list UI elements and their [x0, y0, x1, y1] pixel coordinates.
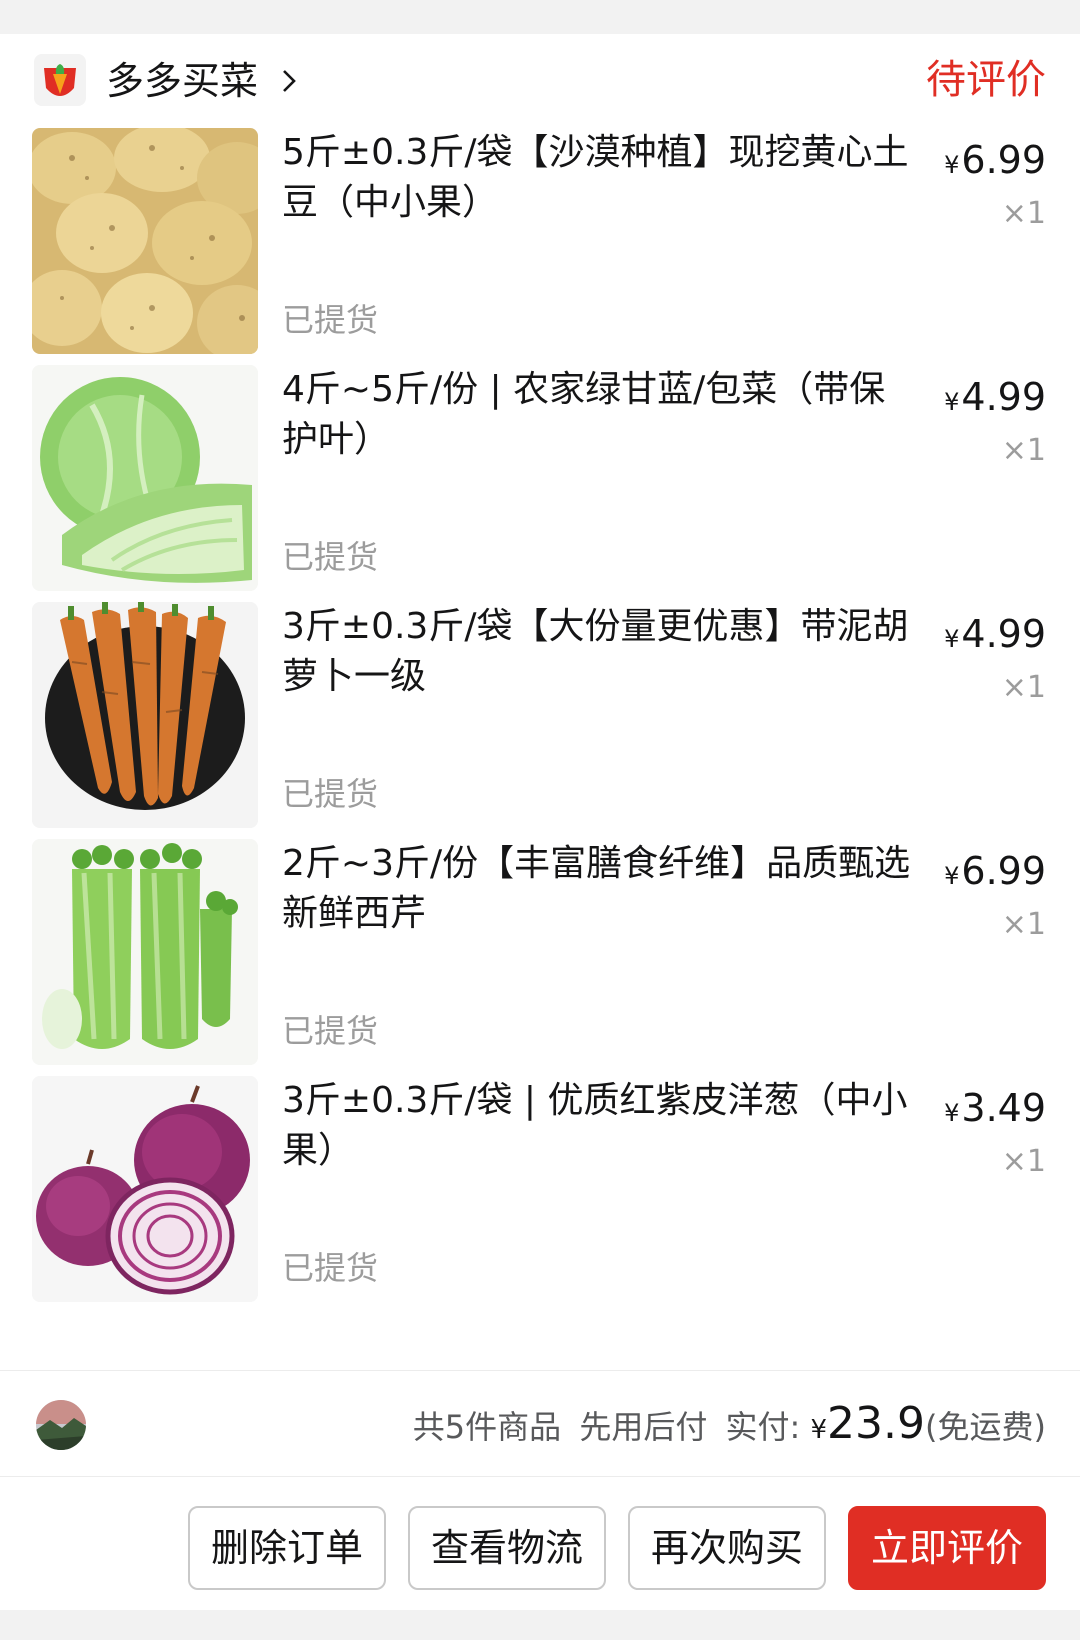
price-value: 4.99	[961, 612, 1046, 656]
delete-order-button[interactable]: 删除订单	[188, 1506, 386, 1590]
store-header[interactable]: 多多买菜 待评价	[0, 34, 1080, 130]
currency-symbol: ¥	[944, 151, 960, 179]
item-quantity: ×1	[1001, 433, 1046, 468]
list-item[interactable]: 3斤±0.3斤/袋【大份量更优惠】带泥胡萝卜一级 ¥4.99 ×1 已提货	[0, 602, 1080, 828]
product-image-potatoes[interactable]	[32, 128, 258, 354]
buy-again-button[interactable]: 再次购买	[628, 1506, 826, 1590]
item-price: ¥4.99	[944, 373, 1046, 426]
list-item[interactable]: 5斤±0.3斤/袋【沙漠种植】现挖黄心土豆（中小果） ¥6.99 ×1 已提货	[0, 128, 1080, 354]
product-image-cabbage[interactable]	[32, 365, 258, 591]
product-image-red-onions[interactable]	[32, 1076, 258, 1302]
total-amount: 23.9	[827, 1398, 926, 1449]
chevron-right-icon[interactable]	[276, 68, 302, 94]
item-state: 已提货	[282, 775, 379, 813]
item-quantity: ×1	[1001, 907, 1046, 942]
item-title[interactable]: 5斤±0.3斤/袋【沙漠种植】现挖黄心土豆（中小果）	[282, 128, 912, 228]
order-card: 多多买菜 待评价 5斤±0.3斤/袋【沙漠种植】现挖黄心土豆（中小果） ¥6.9…	[0, 34, 1080, 1610]
review-now-button[interactable]: 立即评价	[848, 1506, 1046, 1590]
list-item[interactable]: 3斤±0.3斤/袋 | 优质红紫皮洋葱（中小果） ¥3.49 ×1 已提货	[0, 1076, 1080, 1302]
view-logistics-button[interactable]: 查看物流	[408, 1506, 606, 1590]
avatar[interactable]	[36, 1400, 86, 1450]
order-status: 待评价	[926, 57, 1046, 103]
currency-symbol: ¥	[944, 1099, 960, 1127]
currency-symbol: ¥	[810, 1415, 828, 1445]
divider	[0, 1476, 1080, 1477]
price-value: 6.99	[961, 849, 1046, 893]
item-title[interactable]: 4斤~5斤/份 | 农家绿甘蓝/包菜（带保护叶）	[282, 365, 912, 465]
divider	[0, 1370, 1080, 1371]
item-state: 已提货	[282, 1249, 379, 1287]
item-price: ¥6.99	[944, 847, 1046, 900]
list-item[interactable]: 4斤~5斤/份 | 农家绿甘蓝/包菜（带保护叶） ¥4.99 ×1 已提货	[0, 365, 1080, 591]
item-title[interactable]: 2斤~3斤/份【丰富膳食纤维】品质甄选新鲜西芹	[282, 839, 912, 939]
summary-text: 共5件商品 先用后付 实付: ¥23.9(免运费)	[413, 1396, 1046, 1458]
order-summary: 共5件商品 先用后付 实付: ¥23.9(免运费)	[0, 1372, 1080, 1476]
item-count: 共5件商品	[412, 1408, 562, 1446]
list-item[interactable]: 2斤~3斤/份【丰富膳食纤维】品质甄选新鲜西芹 ¥6.99 ×1 已提货	[0, 839, 1080, 1065]
item-price: ¥3.49	[944, 1084, 1046, 1137]
item-state: 已提货	[282, 538, 379, 576]
top-gap	[0, 0, 1080, 34]
store-name[interactable]: 多多买菜	[106, 56, 258, 106]
item-state: 已提货	[282, 301, 379, 339]
currency-symbol: ¥	[944, 388, 960, 416]
item-state: 已提货	[282, 1012, 379, 1050]
item-price: ¥6.99	[944, 136, 1046, 189]
paid-label: 实付:	[725, 1408, 801, 1446]
item-quantity: ×1	[1001, 670, 1046, 705]
item-quantity: ×1	[1001, 196, 1046, 231]
item-title[interactable]: 3斤±0.3斤/袋【大份量更优惠】带泥胡萝卜一级	[282, 602, 912, 702]
product-image-carrots[interactable]	[32, 602, 258, 828]
shipping-note: (免运费)	[925, 1408, 1046, 1446]
currency-symbol: ¥	[944, 862, 960, 890]
store-logo-icon	[34, 54, 86, 106]
currency-symbol: ¥	[944, 625, 960, 653]
price-value: 6.99	[961, 138, 1046, 182]
pay-method: 先用后付	[579, 1408, 708, 1446]
order-actions: 删除订单 查看物流 再次购买 立即评价	[0, 1506, 1080, 1596]
bottom-gap	[0, 1610, 1080, 1640]
product-image-celery[interactable]	[32, 839, 258, 1065]
item-price: ¥4.99	[944, 610, 1046, 663]
item-quantity: ×1	[1001, 1144, 1046, 1179]
price-value: 3.49	[961, 1086, 1046, 1130]
price-value: 4.99	[961, 375, 1046, 419]
item-title[interactable]: 3斤±0.3斤/袋 | 优质红紫皮洋葱（中小果）	[282, 1076, 912, 1176]
